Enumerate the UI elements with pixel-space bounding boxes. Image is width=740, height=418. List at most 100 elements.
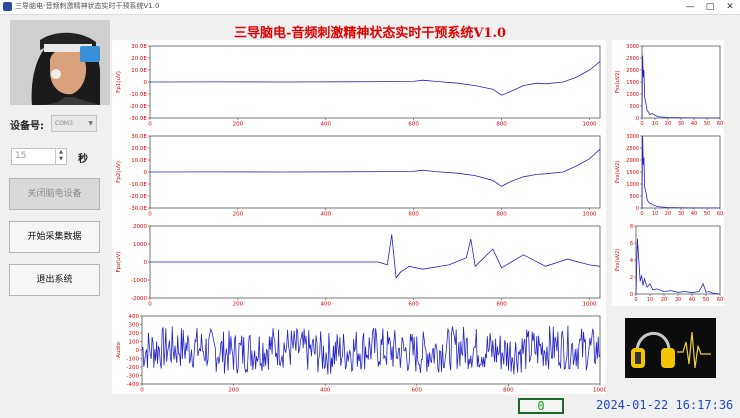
- x-tick-label: 1000: [582, 302, 596, 308]
- y-tick-label: 3000: [626, 134, 639, 140]
- x-tick-label: 800: [496, 302, 507, 308]
- x-tick-label: 0: [148, 122, 152, 128]
- y-tick-label: -200: [127, 365, 140, 371]
- x-tick-label: 600: [412, 388, 423, 394]
- fp2-chart: 0 200 400 600 800 1000 -30.0E -20.0E -10.0E 0 10.0…: [116, 134, 601, 218]
- y-tick-label: 2000: [626, 158, 639, 164]
- fp1-chart: 0 200 400 600 800 1000 -30.0E -20.0E -10.0E 0 10.0…: [116, 44, 601, 128]
- y-tick-label: -30.0E: [129, 206, 147, 212]
- chevron-down-icon: ▼: [88, 120, 93, 127]
- y-tick-label: 1500: [626, 170, 639, 176]
- x-tick-label: 20: [661, 297, 667, 303]
- x-tick-label: 0: [634, 297, 637, 303]
- psd2-chart: 0 10 20 30 40 50 60 0 500 1000 1500 2000 2500 3000 Pxx…: [615, 134, 723, 217]
- app-icon: [3, 2, 12, 11]
- y-tick-label: -30.0E: [129, 116, 147, 122]
- y-axis-label: Pxx(uV2): [615, 249, 621, 272]
- x-tick-label: 50: [704, 121, 710, 127]
- x-tick-label: 800: [496, 122, 507, 128]
- y-tick-label: 0: [630, 292, 633, 298]
- plot-frame: [641, 135, 721, 209]
- seconds-spinbox[interactable]: 15 ▲ ▼: [11, 148, 67, 165]
- x-tick-label: 40: [691, 121, 697, 127]
- y-tick-label: -1000: [131, 278, 147, 284]
- y-tick-label: -10.0E: [129, 92, 147, 98]
- x-tick-label: 800: [496, 212, 507, 218]
- y-tick-label: -100: [127, 356, 140, 362]
- spin-down-icon[interactable]: ▼: [56, 156, 66, 163]
- y-tick-label: 1000: [133, 242, 147, 248]
- y-tick-label: 0: [144, 170, 148, 176]
- y-tick-label: 400: [129, 314, 140, 320]
- y-tick-label: 20.0E: [131, 146, 147, 152]
- maximize-button[interactable]: □: [700, 0, 720, 14]
- fpz-chart: 0 200 400 600 800 1000 -2000 -1000 0 1000 2000 Fpz(…: [116, 224, 601, 308]
- seconds-value: 15: [15, 151, 27, 161]
- y-tick-label: 500: [629, 194, 639, 200]
- y-axis-label: Fpz(uV): [116, 251, 122, 272]
- y-tick-label: 1000: [626, 182, 639, 188]
- seconds-unit: 秒: [78, 154, 88, 165]
- x-tick-label: 30: [678, 121, 684, 127]
- x-tick-label: 1000: [582, 212, 596, 218]
- device-label: 设备号:: [10, 121, 44, 132]
- spin-up-icon[interactable]: ▲: [56, 149, 66, 156]
- plot-frame: [635, 225, 721, 295]
- y-axis-label: Fp2(uV): [116, 161, 122, 183]
- x-tick-label: 1000: [593, 388, 606, 394]
- x-tick-label: 200: [228, 388, 239, 394]
- exit-system-button[interactable]: 退出系统: [9, 264, 100, 296]
- app-title: 三导脑电-音频刺激精神状态实时干预系统V1.0: [233, 26, 507, 41]
- close-button[interactable]: ✕: [720, 0, 740, 14]
- x-tick-label: 400: [321, 212, 332, 218]
- x-tick-label: 200: [233, 302, 244, 308]
- y-tick-label: -20.0E: [129, 194, 147, 200]
- y-tick-label: 200: [129, 331, 140, 337]
- x-tick-label: 20: [665, 211, 671, 217]
- x-tick-label: 600: [408, 122, 419, 128]
- x-tick-label: 20: [665, 121, 671, 127]
- x-tick-label: 400: [321, 302, 332, 308]
- y-tick-label: 500: [629, 104, 639, 110]
- close-eeg-device-button[interactable]: 关闭脑电设备: [9, 178, 100, 210]
- x-tick-label: 200: [233, 212, 244, 218]
- y-tick-label: 3000: [626, 44, 639, 50]
- y-tick-label: 4: [630, 258, 633, 264]
- x-tick-label: 30: [675, 297, 681, 303]
- y-tick-label: 10.0E: [131, 158, 147, 164]
- x-tick-label: 40: [691, 211, 697, 217]
- x-tick-label: 200: [233, 122, 244, 128]
- start-acquisition-button[interactable]: 开始采集数据: [9, 221, 100, 253]
- y-tick-label: 8: [630, 224, 633, 230]
- y-tick-label: 300: [129, 322, 140, 328]
- x-tick-label: 10: [647, 297, 653, 303]
- chart-panel-fp1: 0 200 400 600 800 1000 -30.0E -20.0E -10.0E 0 10.0…: [112, 40, 606, 130]
- x-tick-label: 40: [689, 297, 695, 303]
- x-tick-label: 30: [678, 211, 684, 217]
- device-select-value: COM3: [55, 120, 73, 127]
- chart-panel-psd2: 0 10 20 30 40 50 60 0 500 1000 1500 2000 2500 3000 Pxx…: [612, 130, 724, 220]
- x-tick-label: 600: [408, 302, 419, 308]
- y-tick-label: -10.0E: [129, 182, 147, 188]
- y-tick-label: 2000: [626, 68, 639, 74]
- psd3-chart: 0 10 20 30 40 50 60 0 2 4 6 8 Pxx(uV2): [615, 224, 723, 303]
- chart-panel-fp2: 0 200 400 600 800 1000 -30.0E -20.0E -10.0E 0 10.0…: [112, 130, 606, 220]
- plot-frame: [641, 45, 721, 119]
- x-tick-label: 0: [140, 388, 144, 394]
- headphones-music-image: [625, 318, 716, 378]
- y-axis-label: Pxx(uV2): [615, 161, 621, 184]
- spin-buttons[interactable]: ▲ ▼: [55, 149, 66, 164]
- y-tick-label: 100: [129, 339, 140, 345]
- audio-chart: 0 200 400 600 800 1000 -400 -300 -200 -100 0 100 200…: [116, 314, 606, 394]
- y-tick-label: 30.0E: [131, 44, 147, 50]
- y-tick-label: 2: [630, 275, 633, 281]
- chart-panel-audio: 0 200 400 600 800 1000 -400 -300 -200 -100 0 100 200…: [112, 310, 606, 394]
- y-tick-label: 0: [144, 80, 148, 86]
- y-tick-label: 0: [136, 348, 140, 354]
- x-tick-label: 800: [503, 388, 514, 394]
- y-axis-label: Fp1(uV): [116, 71, 122, 93]
- chart-panel-psd3: 0 10 20 30 40 50 60 0 2 4 6 8 Pxx(uV2): [612, 220, 724, 306]
- y-axis-label: Audio: [116, 342, 122, 358]
- device-select[interactable]: COM3 ▼: [51, 115, 97, 132]
- minimize-button[interactable]: —: [680, 0, 700, 14]
